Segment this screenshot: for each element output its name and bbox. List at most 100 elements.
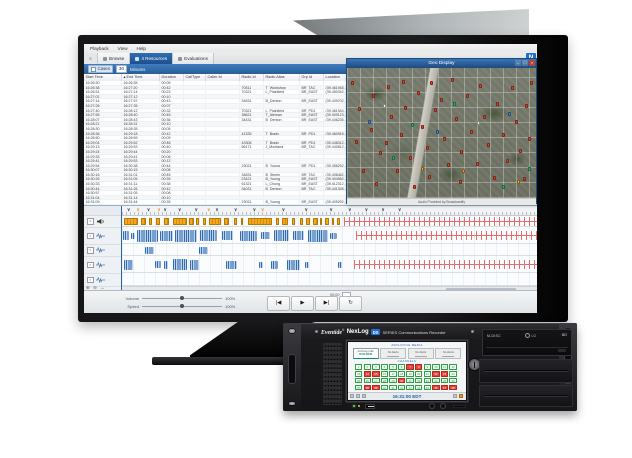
waveform-segment[interactable]: [308, 230, 328, 242]
call-segment[interactable]: [300, 218, 302, 225]
map-marker[interactable]: [476, 162, 479, 166]
map-marker[interactable]: [404, 106, 407, 110]
map-marker[interactable]: [517, 180, 520, 184]
front-panel-lcd[interactable]: ARCHIVING MEDIA Archiving Idle DVD-RAM N…: [347, 341, 467, 401]
call-segment[interactable]: [203, 218, 205, 225]
map-marker[interactable]: [417, 91, 420, 95]
column-header[interactable]: Radio Id: [240, 74, 264, 81]
channel-cell[interactable]: 31: [406, 378, 413, 384]
skip-forward-button[interactable]: ▶|: [315, 296, 338, 311]
map-marker[interactable]: [479, 84, 482, 88]
cases-button[interactable]: Cases: [88, 65, 113, 74]
track-control[interactable]: ✕: [84, 228, 121, 245]
skip-back-button[interactable]: |◀: [267, 296, 290, 311]
map-marker[interactable]: [528, 137, 531, 141]
waveform-segment[interactable]: [338, 262, 342, 268]
menu-item-help[interactable]: Help: [137, 46, 146, 51]
channel-cell[interactable]: 42: [398, 385, 405, 391]
call-segment[interactable]: [209, 218, 221, 225]
call-segment[interactable]: [325, 218, 329, 225]
channel-cell[interactable]: 18: [398, 371, 405, 377]
map-marker[interactable]: [411, 123, 414, 127]
map-marker[interactable]: [430, 81, 433, 85]
map-marker[interactable]: [390, 115, 393, 119]
waveform-segment[interactable]: [164, 261, 168, 269]
channel-cell[interactable]: 46: [432, 385, 439, 391]
waveform-segment[interactable]: [261, 232, 269, 239]
call-segment[interactable]: [149, 218, 153, 225]
audio-track[interactable]: [122, 244, 537, 256]
column-header[interactable]: Caller Id: [206, 74, 240, 81]
channel-cell[interactable]: 16: [381, 371, 388, 377]
track-mute-checkbox[interactable]: ✕: [87, 277, 94, 284]
map-marker[interactable]: [400, 133, 403, 137]
map-marker[interactable]: [409, 156, 412, 160]
map-marker[interactable]: [362, 169, 365, 173]
track-area[interactable]: ∨∨∨∨∨∨∨∨∨∨∨∨∨∨∨∨∨∨∨: [122, 206, 537, 291]
menu-item-view[interactable]: View: [118, 46, 128, 51]
map-marker[interactable]: [477, 121, 480, 125]
channel-cell[interactable]: 6: [398, 364, 405, 370]
map-marker[interactable]: [447, 163, 450, 167]
map-marker[interactable]: [440, 98, 443, 102]
call-segment[interactable]: [224, 218, 229, 225]
call-segment[interactable]: [241, 218, 243, 225]
channel-cell[interactable]: 23: [441, 371, 448, 377]
eject-button[interactable]: [558, 349, 566, 352]
waveform-segment[interactable]: [173, 259, 186, 270]
map-marker[interactable]: [413, 185, 416, 189]
waveform-segment[interactable]: [145, 247, 154, 254]
channel-cell[interactable]: 7: [406, 364, 413, 370]
map-marker[interactable]: [383, 104, 386, 108]
channel-cell[interactable]: 45: [424, 385, 431, 391]
lcd-tab-alerts-2[interactable]: No Alerts: [408, 348, 434, 359]
channel-cell[interactable]: 2: [364, 364, 371, 370]
speed-slider[interactable]: [142, 306, 222, 307]
channel-cell[interactable]: 11: [441, 364, 448, 370]
column-header[interactable]: ▴ End Time: [122, 74, 160, 81]
map-marker[interactable]: [436, 130, 439, 134]
call-segment[interactable]: [234, 218, 236, 225]
menu-item-playback[interactable]: Playback: [90, 46, 109, 51]
call-segment[interactable]: [248, 218, 272, 225]
channel-cell[interactable]: 29: [389, 378, 396, 384]
play-button[interactable]: ▶: [291, 296, 314, 311]
usb-port[interactable]: [365, 404, 375, 409]
info-icon[interactable]: [453, 394, 457, 398]
channel-cell[interactable]: 22: [432, 371, 439, 377]
channel-cell[interactable]: 9: [424, 364, 431, 370]
channel-cell[interactable]: 39: [372, 385, 379, 391]
map-marker[interactable]: [511, 86, 514, 90]
channel-cell[interactable]: 48: [449, 385, 456, 391]
channel-cell[interactable]: 15: [372, 371, 379, 377]
map-marker[interactable]: [487, 143, 490, 147]
waveform-segment[interactable]: [124, 260, 132, 270]
map-marker[interactable]: [387, 85, 390, 89]
map-marker[interactable]: [426, 146, 429, 150]
waveform-segment[interactable]: [271, 261, 278, 269]
channel-cell[interactable]: 43: [406, 385, 413, 391]
call-segment[interactable]: [189, 218, 194, 225]
call-segment[interactable]: [156, 218, 160, 225]
channel-cell[interactable]: 34: [432, 378, 439, 384]
map-marker[interactable]: [379, 151, 382, 155]
map-marker[interactable]: [466, 94, 469, 98]
track-control[interactable]: ✕: [84, 245, 121, 257]
call-segment[interactable]: [306, 218, 310, 225]
map-marker[interactable]: [508, 112, 511, 116]
channel-cell[interactable]: 4: [381, 364, 388, 370]
column-header[interactable]: CallType: [184, 74, 206, 81]
track-mute-checkbox[interactable]: ✕: [87, 233, 94, 240]
channel-cell[interactable]: 36: [449, 378, 456, 384]
map-marker[interactable]: [451, 78, 454, 82]
waveform-segment[interactable]: [293, 231, 304, 240]
map-marker[interactable]: [372, 94, 375, 98]
optical-drive[interactable]: M-DISC LG BD: [482, 329, 572, 356]
audio-track[interactable]: [122, 227, 537, 244]
track-control[interactable]: ✕: [84, 257, 121, 274]
call-segment[interactable]: [313, 218, 318, 225]
channel-cell[interactable]: 19: [406, 371, 413, 377]
waveform-segment[interactable]: [305, 262, 310, 268]
tab-4-resources[interactable]: 4 Resources: [130, 53, 173, 64]
audio-track[interactable]: [122, 273, 537, 286]
